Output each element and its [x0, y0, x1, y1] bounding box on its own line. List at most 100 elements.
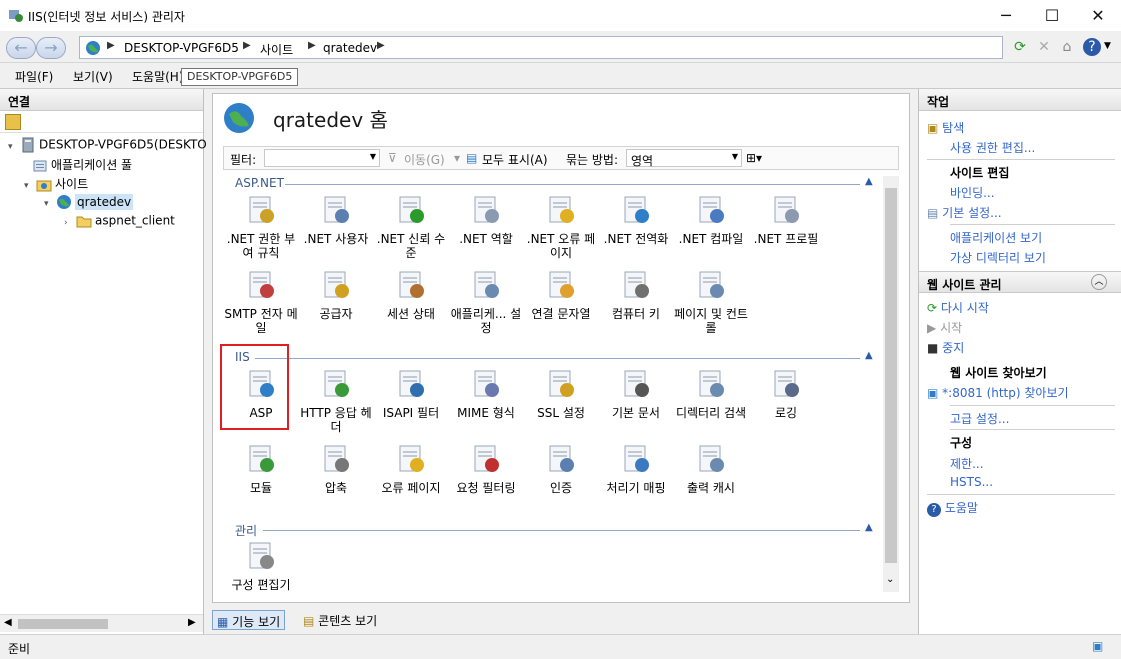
expand-icon[interactable]: › — [64, 218, 76, 228]
close-button[interactable]: ✕ — [1075, 0, 1121, 31]
scroll-left-icon[interactable]: ◀ — [4, 617, 12, 628]
dropdown-arrow-icon[interactable]: ▼ — [732, 152, 738, 161]
collapse-icon[interactable]: ▾ — [44, 199, 56, 209]
server-icon — [22, 137, 34, 153]
tree-item-app-pools[interactable]: 애플리케이션 풀 — [32, 156, 132, 174]
feature-session[interactable]: 세션 상태 — [373, 269, 449, 321]
feature-modules[interactable]: 모듈 — [223, 443, 299, 495]
feature-mime[interactable]: MIME 형식 — [448, 368, 524, 420]
show-all-button[interactable]: 모두 표시(A) — [482, 151, 548, 168]
action-view-virtual-dirs[interactable]: 가상 디렉터리 보기 — [950, 249, 1046, 266]
feature-pages-controls[interactable]: 페이지 및 컨트롤 — [673, 269, 749, 335]
action-advanced-settings[interactable]: 고급 설정... — [950, 410, 1009, 427]
feature-compress[interactable]: 압축 — [298, 443, 374, 495]
feature-label: .NET 신뢰 수준 — [376, 232, 446, 260]
vertical-scrollbar[interactable]: ⌄ — [883, 176, 899, 592]
feature-default-doc[interactable]: 기본 문서 — [598, 368, 674, 420]
feature-output-cache[interactable]: 출력 캐시 — [673, 443, 749, 495]
feature-request-filter[interactable]: 요청 필터링 — [448, 443, 524, 495]
feature-app-settings[interactable]: 애플리케... 설정 — [448, 269, 524, 335]
action-help[interactable]: ? 도움말 — [927, 499, 978, 517]
refresh-icon[interactable]: ⟳ — [1009, 36, 1031, 58]
padlock-icon — [549, 370, 574, 397]
tree-item-aspnet-client[interactable]: › aspnet_client — [64, 213, 175, 229]
back-button[interactable]: ← — [6, 37, 36, 59]
view-mode-icon[interactable]: ⊞▾ — [746, 151, 762, 165]
feature-machine-key[interactable]: 컴퓨터 키 — [598, 269, 674, 321]
menu-view[interactable]: 보기(V) — [73, 68, 113, 85]
breadcrumb-server[interactable]: DESKTOP-VPGF6D5 — [124, 41, 239, 55]
feature-label: 모듈 — [249, 481, 273, 495]
scroll-right-icon[interactable]: ▶ — [188, 617, 196, 628]
feature-users[interactable]: .NET 사용자 — [298, 194, 374, 246]
feature-compile[interactable]: .NET 컴파일 — [673, 194, 749, 246]
feature-error-page[interactable]: .NET 오류 페이지 — [523, 194, 599, 260]
feature-role-doc[interactable]: .NET 역할 — [448, 194, 524, 246]
tree-item-server[interactable]: ▾ DESKTOP-VPGF6D5(DESKTO — [8, 137, 207, 153]
feature-provider[interactable]: 공급자 — [298, 269, 374, 321]
feature-profile[interactable]: .NET 프로필 — [748, 194, 824, 246]
lock-doc-icon — [249, 196, 274, 223]
collapse-icon[interactable]: ▾ — [24, 181, 36, 191]
help-icon[interactable]: ? — [1083, 38, 1101, 56]
filter-input[interactable]: ▼ — [264, 149, 380, 167]
stop-icon[interactable]: ✕ — [1033, 36, 1055, 58]
scroll-down-icon[interactable]: ⌄ — [886, 574, 894, 585]
go-dropdown-icon[interactable]: ▾ — [454, 151, 460, 165]
action-start[interactable]: ▶ 시작 — [927, 319, 962, 336]
group-by-select[interactable]: 영역 ▼ — [626, 149, 742, 168]
home-icon[interactable]: ⌂ — [1056, 36, 1078, 58]
collapse-group-icon[interactable]: ▲ — [865, 176, 873, 187]
tab-content-view[interactable]: ▤ 콘텐츠 보기 — [299, 610, 381, 630]
collapse-group-icon[interactable]: ▲ — [865, 350, 873, 361]
forward-button[interactable]: → — [36, 37, 66, 59]
menu-help[interactable]: 도움말(H) — [132, 68, 184, 85]
feature-config-editor[interactable]: 구성 편집기 — [223, 540, 299, 592]
action-bindings[interactable]: 바인딩... — [950, 184, 995, 201]
feature-isapi-filter[interactable]: ISAPI 필터 — [373, 368, 449, 420]
tree-item-sites[interactable]: ▾ 사이트 — [24, 175, 88, 193]
action-hsts[interactable]: HSTS... — [950, 475, 993, 489]
breadcrumb-site[interactable]: qratedev — [323, 41, 377, 55]
tree-item-qratedev[interactable]: ▾ qratedev — [44, 193, 134, 210]
feature-padlock[interactable]: SSL 설정 — [523, 368, 599, 420]
action-restart[interactable]: ⟳ 다시 시작 — [927, 299, 989, 316]
action-view-applications[interactable]: 애플리케이션 보기 — [950, 229, 1042, 246]
collapse-group-icon[interactable]: ▲ — [865, 522, 873, 533]
scroll-thumb[interactable] — [18, 619, 108, 629]
help-dropdown-icon[interactable]: ▼ — [1104, 41, 1111, 51]
feature-handler[interactable]: 처리기 매핑 — [598, 443, 674, 495]
feature-http-header[interactable]: HTTP 응답 헤더 — [298, 368, 374, 434]
feature-lock-doc[interactable]: .NET 권한 부여 규칙 — [223, 194, 299, 260]
tab-features-view[interactable]: ▦ 기능 보기 — [212, 610, 286, 630]
feature-dir-browse[interactable]: 디렉터리 검색 — [673, 368, 749, 420]
breadcrumb-sites[interactable]: 사이트 — [260, 41, 293, 58]
feature-trust-check[interactable]: .NET 신뢰 수준 — [373, 194, 449, 260]
feature-error-page[interactable]: 오류 페이지 — [373, 443, 449, 495]
action-limits[interactable]: 제한... — [950, 455, 984, 472]
collapse-icon[interactable]: ▾ — [8, 142, 20, 152]
feature-mail[interactable]: SMTP 전자 메일 — [223, 269, 299, 335]
action-edit-permissions[interactable]: 사용 권한 편집... — [950, 139, 1035, 156]
action-stop[interactable]: ■ 중지 — [927, 339, 964, 356]
minimize-button[interactable]: ─ — [983, 0, 1029, 31]
collapse-section-icon[interactable]: ︿ — [1091, 274, 1107, 290]
maximize-button[interactable]: ☐ — [1029, 0, 1075, 31]
breadcrumb[interactable]: ▶ DESKTOP-VPGF6D5 ▶ 사이트 ▶ qratedev ▶ — [79, 36, 1003, 59]
feature-connection-string[interactable]: 연결 문자열 — [523, 269, 599, 321]
menu-file[interactable]: 파일(F) — [15, 68, 53, 85]
connect-icon[interactable] — [5, 114, 21, 130]
action-explore[interactable]: ▣ 탐색 — [927, 119, 964, 136]
logging-icon — [774, 370, 799, 397]
scroll-thumb[interactable] — [885, 188, 897, 563]
feature-auth[interactable]: 인증 — [523, 443, 599, 495]
divider — [927, 159, 1115, 160]
dropdown-arrow-icon[interactable]: ▼ — [370, 152, 376, 161]
breadcrumb-separator: ▶ — [377, 40, 385, 51]
action-browse-8081[interactable]: ▣ *:8081 (http) 찾아보기 — [927, 384, 1069, 401]
go-button[interactable]: 이동(G) — [404, 151, 445, 168]
horizontal-scrollbar[interactable]: ◀ ▶ — [0, 614, 203, 632]
action-basic-settings[interactable]: ▤ 기본 설정... — [927, 204, 1002, 221]
feature-globe[interactable]: .NET 전역화 — [598, 194, 674, 246]
feature-logging[interactable]: 로깅 — [748, 368, 824, 420]
